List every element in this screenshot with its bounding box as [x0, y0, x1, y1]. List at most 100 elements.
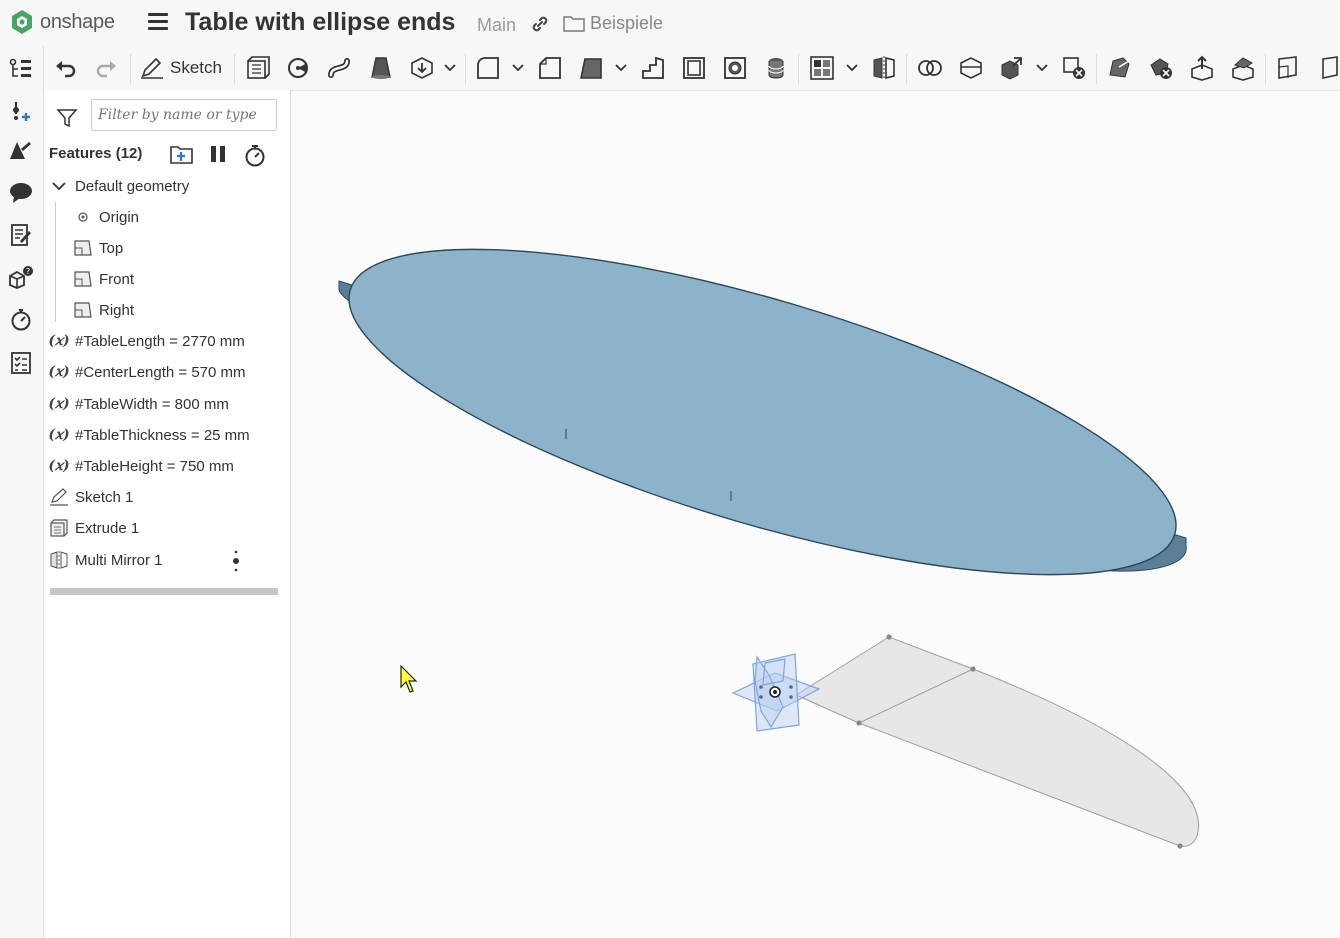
- onshape-logo-icon: [12, 10, 32, 34]
- chevron-down-icon[interactable]: [443, 58, 457, 78]
- tree-item-variable[interactable]: (𝑥) #CenterLength = 570 mm: [48, 358, 246, 386]
- sweep-icon[interactable]: [326, 54, 354, 82]
- variable-icon: (𝑥): [48, 396, 70, 412]
- redo-icon[interactable]: [92, 54, 120, 82]
- fillet-icon[interactable]: [474, 54, 502, 82]
- rollback-bar[interactable]: [50, 588, 278, 595]
- chevron-down-icon[interactable]: [511, 58, 525, 78]
- feature-toolbar: Sketch: [44, 46, 1340, 91]
- top-bar: onshape Table with ellipse ends Main Bei…: [0, 0, 1340, 46]
- tree-item-variable[interactable]: (𝑥) #TableThickness = 25 mm: [48, 421, 250, 449]
- tree-item-label: Extrude 1: [75, 519, 140, 537]
- workspace-name[interactable]: Main: [477, 15, 516, 36]
- pause-icon[interactable]: [208, 143, 228, 170]
- thicken-icon[interactable]: [408, 54, 436, 82]
- checklist-icon[interactable]: [8, 350, 34, 376]
- feature-panel: Features (12) Default geometry Origin To…: [44, 90, 291, 938]
- table-end-sketch[interactable]: [794, 634, 1199, 849]
- tree-group-default-geometry[interactable]: Default geometry: [48, 172, 189, 200]
- hole-icon[interactable]: [721, 54, 749, 82]
- plane-icon: [72, 269, 94, 289]
- revolve-icon[interactable]: [285, 54, 313, 82]
- variable-icon: (𝑥): [48, 427, 70, 443]
- add-folder-icon[interactable]: [169, 143, 195, 170]
- tree-item-right-plane[interactable]: Right: [72, 296, 134, 324]
- rollback-bar-handle[interactable]: [232, 549, 240, 578]
- tree-item-sketch[interactable]: Sketch 1: [48, 483, 133, 511]
- extrude-icon: [48, 518, 70, 538]
- filter-input[interactable]: [91, 99, 277, 131]
- variable-icon: (𝑥): [48, 364, 70, 380]
- tree-item-top-plane[interactable]: Top: [72, 234, 123, 262]
- tabletop-face[interactable]: [318, 182, 1206, 641]
- chevron-down-icon[interactable]: [48, 176, 70, 196]
- modify-fillet-icon[interactable]: [1106, 54, 1134, 82]
- tree-item-label: #TableLength = 2770 mm: [75, 332, 245, 350]
- replace-face-icon[interactable]: [1229, 54, 1257, 82]
- filter-icon[interactable]: [56, 108, 78, 133]
- tree-item-label: #TableWidth = 800 mm: [75, 395, 229, 413]
- onshape-logo[interactable]: onshape: [10, 9, 115, 35]
- tree-item-variable[interactable]: (𝑥) #TableWidth = 800 mm: [48, 390, 229, 418]
- delete-part-icon[interactable]: [1060, 54, 1088, 82]
- origin-icon: [72, 207, 94, 227]
- loft-icon[interactable]: [367, 54, 395, 82]
- tree-item-label: #TableThickness = 25 mm: [75, 426, 250, 444]
- pencil-icon: [141, 57, 163, 79]
- tree-item-label: #CenterLength = 570 mm: [75, 363, 246, 381]
- feature-list-icon[interactable]: [8, 56, 34, 82]
- variable-icon: (𝑥): [48, 458, 70, 474]
- svg-text:?: ?: [26, 267, 30, 276]
- sketch-label: Sketch: [170, 58, 222, 77]
- chevron-down-icon[interactable]: [1035, 58, 1049, 78]
- appearance-icon[interactable]: [8, 138, 34, 164]
- parts-help-icon[interactable]: ?: [8, 264, 34, 290]
- tabletop-body[interactable]: [318, 182, 1206, 641]
- notes-icon[interactable]: [8, 222, 34, 248]
- sketch-button[interactable]: Sketch: [140, 54, 222, 82]
- brand-name: onshape: [40, 10, 115, 33]
- delete-face-icon[interactable]: [1147, 54, 1175, 82]
- rib-icon[interactable]: [639, 54, 667, 82]
- variable-icon: (𝑥): [48, 333, 70, 349]
- chevron-down-icon[interactable]: [845, 58, 859, 78]
- undo-icon[interactable]: [52, 54, 80, 82]
- tree-item-origin[interactable]: Origin: [72, 203, 139, 231]
- link-icon[interactable]: [530, 14, 550, 39]
- performance-timer-icon[interactable]: [8, 306, 34, 332]
- cylinder-icon[interactable]: [762, 54, 790, 82]
- mouse-cursor-icon: [400, 664, 422, 700]
- chevron-down-icon[interactable]: [614, 58, 628, 78]
- boolean-icon[interactable]: [916, 54, 944, 82]
- shell-icon[interactable]: [680, 54, 708, 82]
- graphics-viewport[interactable]: [291, 91, 1340, 938]
- tree-item-label: Top: [99, 239, 124, 257]
- rollback-timer-icon[interactable]: [243, 143, 267, 172]
- tree-item-label: #TableHeight = 750 mm: [75, 457, 234, 475]
- move-face-icon[interactable]: [1188, 54, 1216, 82]
- folder-icon[interactable]: [563, 14, 585, 37]
- mate-connector-icon[interactable]: [1316, 54, 1340, 82]
- tree-item-label: Default geometry: [75, 177, 190, 195]
- comments-icon[interactable]: [8, 180, 34, 206]
- tree-item-variable[interactable]: (𝑥) #TableHeight = 750 mm: [48, 452, 234, 480]
- document-title[interactable]: Table with ellipse ends: [185, 8, 455, 37]
- menu-icon[interactable]: [148, 13, 168, 31]
- add-variable-icon[interactable]: [8, 98, 34, 124]
- tree-item-variable[interactable]: (𝑥) #TableLength = 2770 mm: [48, 327, 245, 355]
- plane-icon: [72, 238, 94, 258]
- tree-item-extrude[interactable]: Extrude 1: [48, 514, 139, 542]
- tree-item-multi-mirror[interactable]: Multi Mirror 1: [48, 546, 163, 574]
- tree-item-front-plane[interactable]: Front: [72, 265, 134, 293]
- transform-icon[interactable]: [998, 54, 1026, 82]
- tree-item-label: Origin: [99, 208, 140, 226]
- tree-item-label: Right: [99, 301, 135, 319]
- folder-name[interactable]: Beispiele: [590, 13, 663, 34]
- extrude-icon[interactable]: [244, 54, 272, 82]
- split-icon[interactable]: [957, 54, 985, 82]
- mirror-icon[interactable]: [870, 54, 898, 82]
- linear-pattern-icon[interactable]: [808, 54, 836, 82]
- plane-icon[interactable]: [1275, 54, 1303, 82]
- draft-icon[interactable]: [577, 54, 605, 82]
- chamfer-icon[interactable]: [536, 54, 564, 82]
